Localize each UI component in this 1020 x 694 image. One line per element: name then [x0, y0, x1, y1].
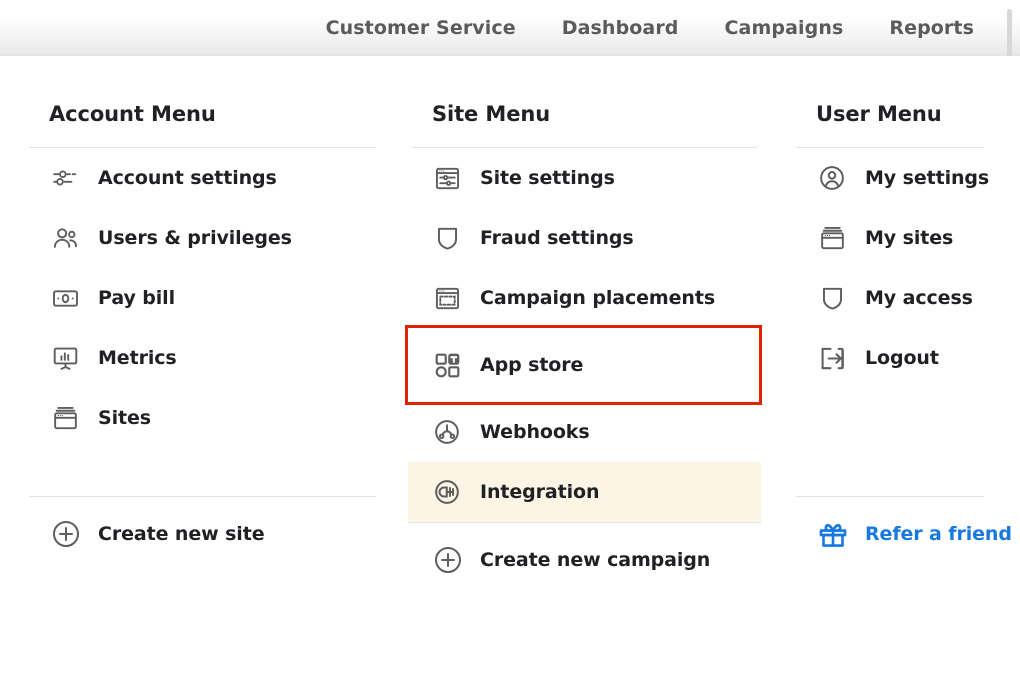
site-menu-title: Site Menu	[432, 102, 551, 126]
user-menu-items: My settings My sites My access Logout	[790, 148, 1002, 388]
menu-item-label: Metrics	[98, 347, 177, 369]
menu-item-label: Logout	[865, 347, 939, 369]
nav-dashboard[interactable]: Dashboard	[562, 17, 679, 39]
menu-item-users-privileges[interactable]: Users & privileges	[20, 208, 380, 268]
vertical-scrollbar[interactable]	[1007, 9, 1012, 57]
menu-item-site-settings[interactable]: Site settings	[408, 148, 761, 208]
shield-icon	[432, 223, 462, 253]
menu-item-app-store[interactable]: App store	[405, 325, 762, 405]
site-menu-column: Site Menu Site settings Fraud settings C…	[405, 56, 762, 694]
plus-circle-icon	[432, 544, 464, 576]
create-new-site-button[interactable]: Create new site	[20, 497, 380, 571]
sliders-icon	[50, 163, 80, 193]
menu-item-my-settings[interactable]: My settings	[790, 148, 1002, 208]
browser-window-icon	[50, 403, 80, 433]
browser-placement-icon	[432, 283, 462, 313]
nav-reports[interactable]: Reports	[889, 17, 974, 39]
menu-item-label: Site settings	[480, 167, 615, 189]
menu-item-label: Pay bill	[98, 287, 175, 309]
menu-item-account-settings[interactable]: Account settings	[20, 148, 380, 208]
primary-navigation: Customer Service Dashboard Campaigns Rep…	[0, 0, 1010, 56]
menu-item-label: Integration	[480, 481, 600, 503]
action-label: Create new site	[98, 523, 265, 545]
nav-campaigns[interactable]: Campaigns	[725, 17, 844, 39]
banknote-icon	[50, 283, 80, 313]
menu-item-label: My settings	[865, 167, 990, 189]
app-grid-icon	[432, 350, 462, 380]
account-menu-title: Account Menu	[49, 102, 216, 126]
action-label: Create new campaign	[480, 549, 711, 571]
menu-item-label: Fraud settings	[480, 227, 634, 249]
mega-menu-panel: Account Menu Account settings Users & pr…	[0, 56, 1020, 694]
account-menu-items: Account settings Users & privileges Pay …	[20, 148, 380, 448]
menu-item-webhooks[interactable]: Webhooks	[408, 402, 761, 462]
menu-item-label: Webhooks	[480, 421, 590, 443]
menu-item-pay-bill[interactable]: Pay bill	[20, 268, 380, 328]
menu-item-logout[interactable]: Logout	[790, 328, 1002, 388]
menu-item-metrics[interactable]: Metrics	[20, 328, 380, 388]
webhook-icon	[432, 417, 462, 447]
gift-icon	[817, 518, 849, 550]
menu-item-label: Campaign placements	[480, 287, 716, 309]
action-label: Refer a friend	[865, 523, 1012, 545]
menu-item-fraud-settings[interactable]: Fraud settings	[408, 208, 761, 268]
menu-item-integration[interactable]: Integration	[408, 462, 761, 522]
menu-item-label: Account settings	[98, 167, 277, 189]
user-circle-icon	[817, 163, 847, 193]
users-icon	[50, 223, 80, 253]
browser-window-icon	[817, 223, 847, 253]
plug-icon	[432, 477, 462, 507]
menu-item-label: My sites	[865, 227, 954, 249]
logout-arrow-icon	[817, 343, 847, 373]
account-menu-column: Account Menu Account settings Users & pr…	[20, 56, 380, 694]
menu-item-campaign-placements[interactable]: Campaign placements	[408, 268, 761, 328]
shield-icon	[817, 283, 847, 313]
menu-item-label: My access	[865, 287, 973, 309]
user-menu-column: User Menu My settings My sites My access…	[790, 56, 1012, 694]
menu-item-label: Sites	[98, 407, 151, 429]
refer-a-friend-link[interactable]: Refer a friend	[790, 497, 1012, 571]
menu-item-sites[interactable]: Sites	[20, 388, 380, 448]
create-new-campaign-button[interactable]: Create new campaign	[408, 523, 761, 597]
menu-item-my-sites[interactable]: My sites	[790, 208, 1002, 268]
site-menu-items: Site settings Fraud settings Campaign pl…	[405, 148, 762, 522]
top-header-bar: Customer Service Dashboard Campaigns Rep…	[0, 0, 1020, 57]
presentation-chart-icon	[50, 343, 80, 373]
menu-item-label: Users & privileges	[98, 227, 292, 249]
menu-item-label: App store	[480, 354, 584, 376]
browser-sliders-icon	[432, 163, 462, 193]
menu-item-my-access[interactable]: My access	[790, 268, 1002, 328]
user-menu-title: User Menu	[816, 102, 942, 126]
plus-circle-icon	[50, 518, 82, 550]
nav-customer-service[interactable]: Customer Service	[326, 17, 516, 39]
